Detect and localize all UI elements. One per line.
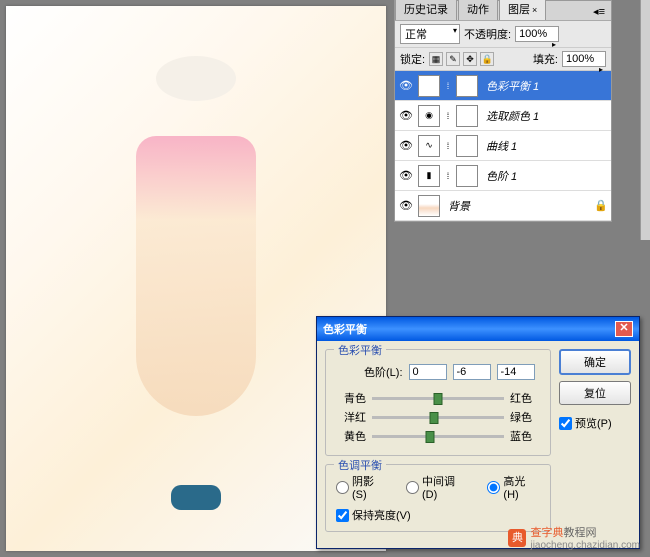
link-icon: ⁞ (444, 141, 452, 151)
layer-name[interactable]: 色彩平衡 1 (482, 78, 608, 94)
radio-midtones[interactable]: 中间调(D) (406, 473, 469, 501)
color-balance-dialog: 色彩平衡 ✕ 色彩平衡 色阶(L): 青色 红色 洋红 (316, 316, 640, 549)
layer-name[interactable]: 曲线 1 (482, 138, 608, 154)
slider-magenta-green: 洋红 绿色 (336, 409, 540, 425)
visibility-icon[interactable]: 👁 (398, 139, 414, 152)
layer-name[interactable]: 背景 (444, 198, 590, 214)
panel-tabs: 历史记录 动作 图层× ◂≡ (395, 1, 611, 21)
slider-left-label: 洋红 (336, 409, 366, 425)
watermark-suffix: 教程网 (563, 527, 596, 539)
lock-icon: 🔒 (594, 199, 608, 212)
model-figure (111, 56, 282, 519)
opacity-label: 不透明度: (464, 26, 511, 42)
lock-row: 锁定: ▦ ✎ ✥ 🔒 填充: 100% (395, 48, 611, 71)
lock-label: 锁定: (400, 51, 425, 67)
adjustment-thumb[interactable]: ◑ (418, 75, 440, 97)
tab-actions[interactable]: 动作 (458, 0, 498, 20)
reset-button[interactable]: 复位 (559, 381, 631, 405)
slider-track[interactable] (372, 397, 504, 400)
tab-layers[interactable]: 图层× (499, 0, 546, 20)
mask-thumb[interactable] (456, 135, 478, 157)
opacity-input[interactable]: 100% (515, 26, 559, 42)
slider-left-label: 黄色 (336, 428, 366, 444)
tone-balance-group: 色调平衡 阴影(S) 中间调(D) 高光(H) 保持亮度(V) (325, 464, 551, 532)
layer-row[interactable]: 👁 ◑ ⁞ 色彩平衡 1 (395, 71, 611, 101)
ok-button[interactable]: 确定 (559, 349, 631, 375)
bg-thumb[interactable] (418, 195, 440, 217)
layer-name[interactable]: 选取颜色 1 (482, 108, 608, 124)
slider-left-label: 青色 (336, 390, 366, 406)
color-balance-group: 色彩平衡 色阶(L): 青色 红色 洋红 绿色 (325, 349, 551, 456)
slider-thumb[interactable] (426, 431, 435, 443)
slider-track[interactable] (372, 435, 504, 438)
preview-checkbox[interactable]: 预览(P) (559, 415, 631, 431)
watermark: 典 查字典教程网 jiaocheng.chazidian.com (508, 524, 640, 551)
layer-row[interactable]: 👁 ▮ ⁞ 色阶 1 (395, 161, 611, 191)
watermark-text: 查字典 (530, 527, 563, 539)
level-input-3[interactable] (497, 364, 535, 380)
group-title: 色彩平衡 (334, 342, 386, 358)
slider-right-label: 红色 (510, 390, 540, 406)
radio-shadows[interactable]: 阴影(S) (336, 473, 388, 501)
link-icon: ⁞ (444, 111, 452, 121)
mask-thumb[interactable] (456, 75, 478, 97)
lock-icons: ▦ ✎ ✥ 🔒 (429, 52, 494, 66)
preserve-luminosity-checkbox[interactable]: 保持亮度(V) (336, 507, 411, 523)
adjustment-thumb[interactable]: ∿ (418, 135, 440, 157)
lock-transparent-icon[interactable]: ▦ (429, 52, 443, 66)
watermark-logo-icon: 典 (508, 529, 526, 547)
panel-menu-icon[interactable]: ◂≡ (587, 3, 611, 20)
link-icon: ⁞ (444, 171, 452, 181)
slider-track[interactable] (372, 416, 504, 419)
slider-right-label: 蓝色 (510, 428, 540, 444)
close-icon[interactable]: × (532, 5, 537, 15)
radio-highlights[interactable]: 高光(H) (487, 473, 540, 501)
watermark-url: jiaocheng.chazidian.com (530, 540, 640, 551)
mask-thumb[interactable] (456, 165, 478, 187)
fill-label: 填充: (533, 51, 558, 67)
group-title: 色调平衡 (334, 457, 386, 473)
tab-layers-label: 图层 (508, 4, 530, 16)
close-button[interactable]: ✕ (615, 321, 633, 337)
lock-move-icon[interactable]: ✥ (463, 52, 477, 66)
shoes-shape (171, 485, 221, 510)
dress-shape (136, 136, 256, 416)
lock-paint-icon[interactable]: ✎ (446, 52, 460, 66)
visibility-icon[interactable]: 👁 (398, 169, 414, 182)
layer-name[interactable]: 色阶 1 (482, 168, 608, 184)
slider-thumb[interactable] (434, 393, 443, 405)
slider-thumb[interactable] (430, 412, 439, 424)
visibility-icon[interactable]: 👁 (398, 109, 414, 122)
layers-panel: 历史记录 动作 图层× ◂≡ 正常 不透明度: 100% 锁定: ▦ ✎ ✥ 🔒… (394, 0, 612, 222)
tab-history[interactable]: 历史记录 (395, 0, 457, 20)
link-icon: ⁞ (444, 81, 452, 91)
level-input-1[interactable] (409, 364, 447, 380)
layer-list: 👁 ◑ ⁞ 色彩平衡 1 👁 ◉ ⁞ 选取颜色 1 👁 ∿ ⁞ 曲线 1 👁 ▮… (395, 71, 611, 221)
layer-row-background[interactable]: 👁 背景 🔒 (395, 191, 611, 221)
slider-cyan-red: 青色 红色 (336, 390, 540, 406)
dialog-title: 色彩平衡 (323, 321, 367, 337)
visibility-icon[interactable]: 👁 (398, 79, 414, 92)
level-input-2[interactable] (453, 364, 491, 380)
blend-row: 正常 不透明度: 100% (395, 21, 611, 48)
adjustment-thumb[interactable]: ▮ (418, 165, 440, 187)
hat-shape (156, 56, 236, 101)
layer-row[interactable]: 👁 ∿ ⁞ 曲线 1 (395, 131, 611, 161)
layer-row[interactable]: 👁 ◉ ⁞ 选取颜色 1 (395, 101, 611, 131)
slider-yellow-blue: 黄色 蓝色 (336, 428, 540, 444)
slider-right-label: 绿色 (510, 409, 540, 425)
dialog-titlebar[interactable]: 色彩平衡 ✕ (317, 317, 639, 341)
blend-mode-select[interactable]: 正常 (400, 24, 460, 44)
lock-all-icon[interactable]: 🔒 (480, 52, 494, 66)
fill-input[interactable]: 100% (562, 51, 606, 67)
visibility-icon[interactable]: 👁 (398, 199, 414, 212)
levels-label: 色阶(L): (364, 364, 403, 380)
adjustment-thumb[interactable]: ◉ (418, 105, 440, 127)
panel-dock-strip[interactable] (640, 0, 650, 240)
mask-thumb[interactable] (456, 105, 478, 127)
